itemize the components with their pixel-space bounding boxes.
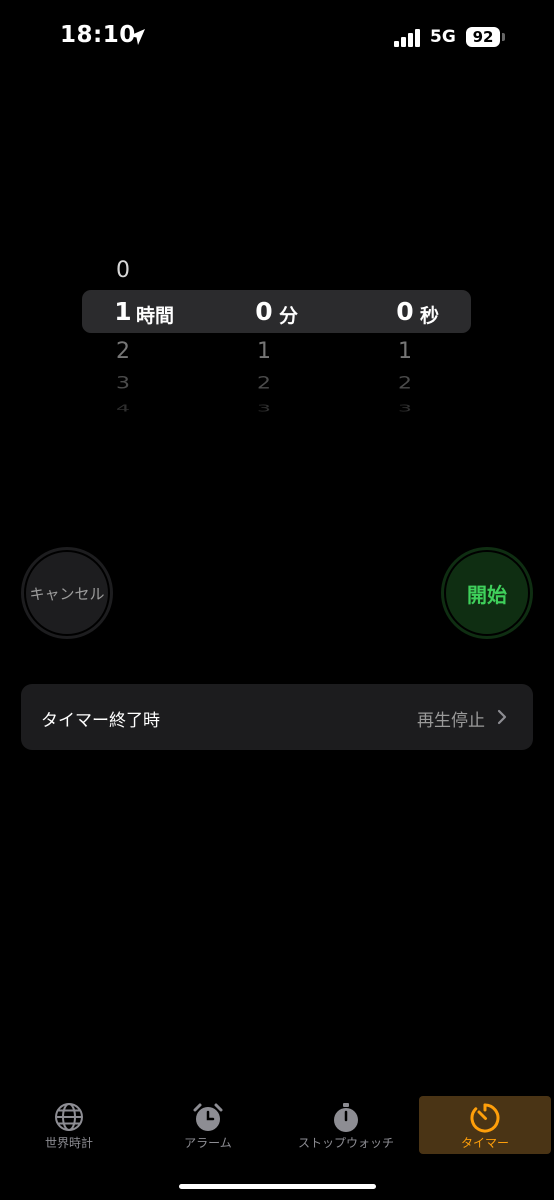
seconds-unit-label: 秒 [420,305,440,327]
seconds-option[interactable]: 3 [390,403,420,414]
timer-duration-picker[interactable]: 0 1 時間 2 3 4 0 分 1 2 3 0 秒 1 2 3 [0,250,554,430]
chevron-right-icon [497,709,507,725]
stopwatch-icon [334,1103,358,1132]
start-button-label: 開始 [467,582,507,607]
tab-label: タイマー [460,1136,509,1150]
hours-option[interactable]: 4 [108,403,138,414]
battery-icon: 92 [466,27,500,47]
minutes-option[interactable]: 1 [249,339,279,364]
minutes-unit-label: 分 [279,305,299,327]
tab-stopwatch[interactable]: ストップウォッチ [290,1096,402,1154]
location-arrow-icon [129,29,145,45]
network-type: 5G [430,27,456,47]
tab-label: アラーム [184,1136,232,1150]
minutes-selected-value[interactable]: 0 [249,297,279,326]
alarm-clock-icon [193,1103,223,1131]
status-bar: 18:10 5G 92 [0,0,554,76]
globe-icon [55,1103,83,1131]
tab-timer[interactable]: タイマー [419,1096,551,1154]
timer-icon [470,1103,500,1133]
hours-selected-value[interactable]: 1 [108,297,138,326]
timer-end-title: タイマー終了時 [41,711,160,731]
signal-bars-icon [394,29,420,47]
minutes-option[interactable]: 3 [249,403,279,414]
tab-world-clock[interactable]: 世界時計 [20,1096,118,1154]
hours-unit-label: 時間 [136,305,175,327]
cancel-button-label: キャンセル [29,584,105,603]
tab-label: ストップウォッチ [297,1136,394,1150]
seconds-option[interactable]: 1 [390,339,420,364]
home-indicator[interactable] [179,1184,376,1189]
minutes-option[interactable]: 2 [249,374,279,393]
hours-option[interactable]: 2 [108,339,138,364]
tab-alarm[interactable]: アラーム [160,1096,256,1154]
start-button[interactable]: 開始 [441,547,533,639]
battery-tip [502,33,505,41]
seconds-option[interactable]: 2 [390,374,420,393]
status-time: 18:10 [60,22,136,48]
timer-end-sound-row[interactable]: タイマー終了時 再生停止 [21,684,533,750]
seconds-selected-value[interactable]: 0 [390,297,420,326]
hours-option[interactable]: 3 [108,374,138,393]
timer-end-value: 再生停止 [417,711,485,731]
hours-option[interactable]: 0 [108,258,138,283]
tab-label: 世界時計 [44,1136,93,1150]
cancel-button[interactable]: キャンセル [21,547,113,639]
